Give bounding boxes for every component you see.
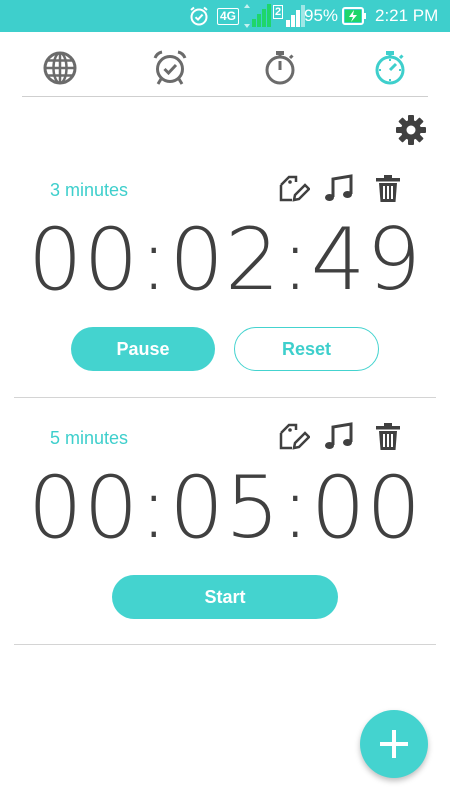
reset-button[interactable]: Reset — [234, 327, 379, 371]
delete-button[interactable] — [371, 420, 405, 454]
gear-icon — [396, 115, 426, 145]
tab-world-clock[interactable] — [40, 48, 80, 88]
battery-percent: 95% — [304, 0, 338, 32]
music-note-icon — [325, 174, 353, 201]
tab-divider — [22, 96, 428, 97]
tab-stopwatch[interactable] — [260, 48, 300, 88]
signal-2-icon: 2 — [273, 0, 307, 32]
music-note-icon — [325, 422, 353, 449]
edit-label-button[interactable] — [277, 172, 311, 206]
timer-label: 3 minutes — [50, 180, 129, 200]
timer-icon — [375, 51, 405, 85]
trash-icon — [376, 175, 400, 202]
edit-tag-icon — [279, 423, 310, 450]
edit-label-button[interactable] — [277, 420, 311, 454]
globe-icon — [43, 51, 77, 85]
card-divider — [14, 397, 436, 398]
timer-label: 5 minutes — [50, 428, 129, 448]
tab-alarm[interactable] — [150, 48, 190, 88]
timer-countdown: 00:05:00 — [27, 458, 423, 558]
plus-icon — [380, 730, 408, 758]
network-4g-icon: 4G — [217, 0, 240, 32]
clock-time: 2:21 PM — [375, 0, 438, 32]
edit-tag-icon — [279, 175, 310, 202]
network-type: 4G — [217, 7, 240, 25]
status-bar: 4G 2 95% 2:21 PM — [0, 0, 450, 32]
alarm-clock-icon — [153, 50, 187, 85]
timer-countdown: 00:02:49 — [27, 210, 423, 310]
battery-charging-icon — [342, 0, 368, 32]
settings-button[interactable] — [395, 114, 427, 146]
delete-button[interactable] — [371, 172, 405, 206]
trash-icon — [376, 423, 400, 450]
add-timer-button[interactable] — [360, 710, 428, 778]
pause-button[interactable]: Pause — [71, 327, 215, 371]
tab-timer[interactable] — [370, 48, 410, 88]
timer-card: 5 minutes 00:05:00 Start — [0, 416, 450, 646]
timer-card: 3 minutes 00:02:49 Pause Reset — [0, 168, 450, 398]
signal-1-icon — [242, 0, 272, 32]
card-divider — [14, 644, 436, 645]
tab-bar — [0, 32, 450, 98]
status-time: 2:21 PM — [375, 6, 439, 25]
stopwatch-icon — [265, 51, 295, 85]
ringtone-button[interactable] — [322, 172, 356, 206]
ringtone-button[interactable] — [322, 420, 356, 454]
battery-level: 95% — [304, 6, 339, 25]
sim-slot: 2 — [273, 5, 284, 19]
alarm-status-icon — [188, 0, 210, 32]
start-button[interactable]: Start — [112, 575, 338, 619]
